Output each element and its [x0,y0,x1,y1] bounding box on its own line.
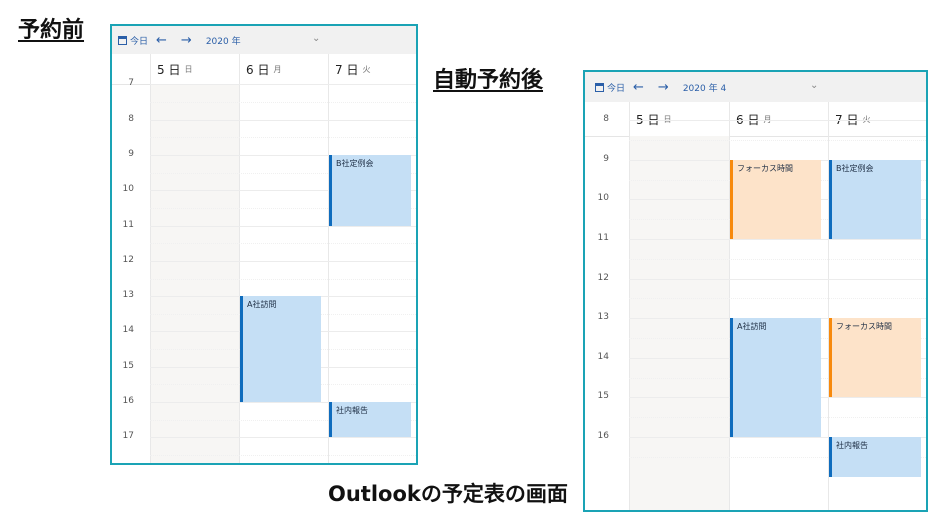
day-of-week: 月 [273,64,282,74]
hour-label: 17 [122,431,134,442]
calendar-event[interactable]: 社内報告 [329,402,411,438]
chevron-down-icon[interactable]: ⌄ [810,80,818,91]
hour-label: 15 [122,360,134,371]
day-number: 6 日 [736,112,760,127]
hour-label: 9 [128,148,134,159]
hour-label: 9 [603,153,609,164]
day-column[interactable] [629,136,729,510]
hour-gridline [150,84,416,86]
hour-label: 11 [122,219,134,230]
hour-gridline [150,119,416,121]
day-header-sun[interactable]: 5 日 日 [150,54,239,84]
event-title: A社訪問 [247,300,277,310]
day-of-week: 火 [362,64,371,74]
day-header-mon[interactable]: 6 日 月 [729,102,828,136]
hour-label: 10 [122,184,134,195]
half-hour-gridline [150,137,416,139]
hour-label: 10 [597,193,609,204]
after-heading: 自動予約後 [433,68,544,93]
next-arrow-icon[interactable]: → [181,33,192,48]
hour-gridline [150,260,416,262]
before-heading: 予約前 [18,18,85,43]
day-header-mon[interactable]: 6 日 月 [239,54,328,84]
hour-label: 16 [122,396,134,407]
hour-label: 7 [128,78,134,89]
hour-label: 11 [597,233,609,243]
hour-label: 8 [603,114,609,125]
hour-label: 13 [122,290,134,301]
event-title: 社内報告 [336,406,368,416]
next-arrow-icon[interactable]: → [658,80,669,95]
hour-gridline [150,437,416,439]
half-hour-gridline [150,455,416,456]
hour-label: 16 [597,431,609,441]
event-title: A社訪問 [737,322,767,332]
half-hour-gridline [629,258,926,260]
today-button[interactable]: 今日 [118,34,148,47]
half-hour-gridline [150,102,416,103]
half-hour-gridline [150,278,416,280]
event-title: フォーカス時間 [737,163,793,173]
hour-label: 13 [597,312,609,323]
today-label: 今日 [607,83,626,94]
event-title: B社定例会 [836,163,874,173]
calendar-toolbar: 今日 ← → 2020 年 ⌄ [112,26,416,54]
calendar-toolbar: 今日 ← → 2020 年 4 ⌄ [585,72,926,102]
day-number: 7 日 [335,62,359,77]
prev-arrow-icon[interactable]: ← [633,80,644,95]
calendar-before-panel: 今日 ← → 2020 年 ⌄ 5 日 日 6 日 月 7 日 火 7 8 9 10 1… [110,24,418,465]
day-number: 5 日 [157,62,181,77]
day-number: 5 日 [636,112,660,127]
month-selector[interactable]: 2020 年 4 [683,81,726,94]
half-hour-gridline [629,140,926,141]
hour-gridline [629,239,926,240]
today-button[interactable]: 今日 [595,81,625,94]
calendar-event[interactable]: B社定例会 [329,154,411,226]
hour-label: 14 [597,351,609,362]
calendar-event[interactable]: 社内報告 [829,437,921,477]
day-of-week: 日 [663,114,672,124]
hour-label: 12 [597,272,609,283]
month-selector[interactable]: 2020 年 [206,34,241,47]
event-title: 社内報告 [836,441,868,450]
calendar-event[interactable]: A社訪問 [240,296,321,403]
calendar-event[interactable]: B社定例会 [829,159,921,239]
day-column[interactable] [150,84,239,463]
day-of-week: 火 [862,114,871,124]
day-number: 6 日 [246,62,270,77]
half-hour-gridline [629,298,926,300]
calendar-event[interactable]: フォーカス時間 [829,318,921,398]
day-column[interactable] [239,84,328,463]
day-number: 7 日 [835,112,859,127]
hour-gridline [629,278,926,280]
prev-arrow-icon[interactable]: ← [156,33,167,48]
hour-gridline [150,225,416,227]
day-header-tue[interactable]: 7 日 火 [828,102,926,136]
calendar-event[interactable]: A社訪問 [730,318,821,437]
calendar-after-panel: 今日 ← → 2020 年 4 ⌄ 5 日 日 6 日 月 7 日 火 8 9 10… [583,70,928,512]
hour-label: 15 [597,391,609,402]
hour-label: 14 [122,325,134,336]
calendar-today-icon [118,35,127,45]
today-label: 今日 [130,36,149,47]
hour-label: 12 [122,254,134,265]
day-header-row: 5 日 日 6 日 月 7 日 火 [112,54,416,85]
calendar-today-icon [595,82,604,92]
half-hour-gridline [150,243,416,245]
day-header-tue[interactable]: 7 日 火 [328,54,416,84]
day-of-week: 月 [763,114,772,124]
figure-caption: Outlookの予定表の画面 [328,482,568,506]
day-of-week: 日 [184,64,193,74]
chevron-down-icon[interactable]: ⌄ [312,33,320,44]
event-title: フォーカス時間 [836,322,892,332]
event-title: B社定例会 [336,158,374,168]
hour-gridline [629,120,926,122]
hour-label: 8 [128,113,134,124]
day-header-sun[interactable]: 5 日 日 [629,102,729,136]
calendar-event[interactable]: フォーカス時間 [730,159,821,239]
